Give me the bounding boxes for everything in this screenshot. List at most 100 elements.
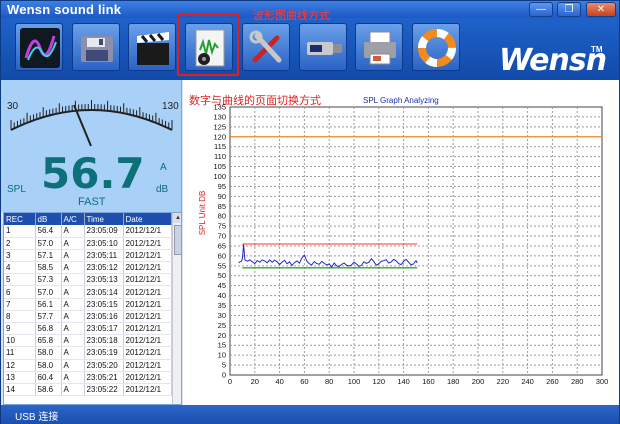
x-tick-label: 40 bbox=[275, 377, 283, 386]
toolbar-record-button[interactable] bbox=[128, 23, 176, 71]
meter-scale-max: 130 bbox=[162, 101, 179, 112]
x-tick-label: 300 bbox=[596, 377, 609, 386]
record-table[interactable]: REC dB A/C Time Date 1 56.4 A 23:05:09 2012/… bbox=[3, 212, 182, 405]
toolbar-help-button[interactable] bbox=[412, 23, 460, 71]
table-row[interactable]: 3 57.1 A 23:05:11 2012/12/1 bbox=[4, 249, 172, 263]
table-cell: A bbox=[61, 298, 85, 311]
x-tick-label: 240 bbox=[521, 377, 534, 386]
table-row[interactable]: 11 58.0 A 23:05:19 2012/12/1 bbox=[4, 346, 172, 360]
table-row[interactable]: 14 58.6 A 23:05:22 2012/12/1 bbox=[4, 383, 172, 397]
table-cell: 11 bbox=[4, 346, 36, 360]
y-tick-label: 85 bbox=[218, 202, 226, 211]
y-axis-label: SPL Unit DB bbox=[198, 191, 207, 236]
table-cell: A bbox=[61, 383, 85, 397]
y-tick-label: 120 bbox=[213, 132, 226, 141]
table-cell: 7 bbox=[4, 298, 36, 311]
table-cell: 2012/12/1 bbox=[123, 237, 172, 250]
table-cell: 23:05:21 bbox=[84, 371, 124, 384]
table-cell: 6 bbox=[4, 285, 36, 299]
table-scrollbar[interactable]: ▲ bbox=[172, 213, 181, 404]
toolbar-print-button[interactable] bbox=[355, 23, 403, 71]
table-cell: 65.8 bbox=[35, 334, 62, 348]
scroll-thumb[interactable] bbox=[174, 225, 181, 255]
y-tick-label: 5 bbox=[222, 361, 226, 370]
y-tick-label: 115 bbox=[214, 142, 226, 151]
table-cell: A bbox=[61, 273, 85, 287]
column-header[interactable]: dB bbox=[35, 213, 62, 225]
table-cell: 23:05:18 bbox=[84, 334, 124, 348]
table-row[interactable]: 13 60.4 A 23:05:21 2012/12/1 bbox=[4, 371, 172, 384]
y-tick-label: 40 bbox=[218, 291, 226, 300]
table-cell: 4 bbox=[4, 261, 36, 275]
y-tick-label: 65 bbox=[218, 241, 226, 250]
meter-ticks bbox=[10, 100, 173, 130]
table-row[interactable]: 6 57.0 A 23:05:14 2012/12/1 bbox=[4, 285, 172, 299]
spl-meter: 30 130 56.7 SPL A dB FAST bbox=[1, 80, 182, 212]
toolbar-realtime-button[interactable] bbox=[15, 23, 63, 71]
y-tick-label: 125 bbox=[213, 122, 226, 131]
toolbar: Wensn TM bbox=[1, 18, 619, 80]
graph-button-annotation: 波形图曲线方式 bbox=[253, 10, 330, 22]
table-row[interactable]: 1 56.4 A 23:05:09 2012/12/1 bbox=[4, 225, 172, 238]
minimize-button[interactable]: — bbox=[529, 2, 553, 17]
table-cell: 23:05:09 bbox=[84, 225, 124, 238]
table-cell: 57.3 bbox=[35, 273, 62, 287]
table-cell: A bbox=[61, 346, 85, 360]
x-tick-label: 20 bbox=[251, 377, 259, 386]
table-cell: 8 bbox=[4, 310, 36, 324]
table-cell: A bbox=[61, 371, 85, 384]
table-cell: 58.0 bbox=[35, 359, 62, 372]
close-button[interactable]: ✕ bbox=[586, 2, 616, 17]
toolbar-usb-button[interactable] bbox=[299, 23, 347, 71]
toolbar-settings-button[interactable] bbox=[242, 23, 290, 71]
maximize-button[interactable]: ❐ bbox=[557, 2, 581, 17]
y-tick-label: 90 bbox=[218, 192, 226, 201]
table-row[interactable]: 8 57.7 A 23:05:16 2012/12/1 bbox=[4, 310, 172, 324]
column-header[interactable]: Date bbox=[123, 213, 172, 225]
y-tick-label: 70 bbox=[218, 232, 226, 241]
table-cell: 2012/12/1 bbox=[123, 346, 172, 360]
column-header[interactable]: A/C bbox=[61, 213, 85, 225]
x-tick-label: 260 bbox=[546, 377, 559, 386]
column-header[interactable]: Time bbox=[84, 213, 124, 225]
trademark-mark: TM bbox=[591, 45, 603, 54]
table-cell: 60.4 bbox=[35, 371, 62, 384]
y-tick-label: 0 bbox=[222, 371, 226, 380]
table-cell: 2012/12/1 bbox=[123, 383, 172, 397]
graph-button-highlight bbox=[177, 14, 239, 76]
table-cell: 23:05:16 bbox=[84, 310, 124, 324]
x-tick-label: 60 bbox=[300, 377, 308, 386]
table-row[interactable]: 10 65.8 A 23:05:18 2012/12/1 bbox=[4, 334, 172, 348]
y-tick-label: 45 bbox=[218, 281, 226, 290]
column-header[interactable]: REC bbox=[4, 213, 36, 225]
floppy-disk-icon bbox=[81, 36, 113, 62]
y-tick-label: 105 bbox=[213, 162, 226, 171]
table-cell: 23:05:10 bbox=[84, 237, 124, 250]
y-tick-label: 130 bbox=[213, 112, 226, 121]
table-cell: 58.6 bbox=[35, 383, 62, 397]
table-cell: 2012/12/1 bbox=[123, 273, 172, 287]
table-cell: 23:05:22 bbox=[84, 383, 124, 397]
table-cell: 57.1 bbox=[35, 249, 62, 263]
table-cell: 13 bbox=[4, 371, 36, 384]
table-cell: 2012/12/1 bbox=[123, 371, 172, 384]
clapperboard-icon bbox=[137, 32, 169, 65]
scroll-up-icon[interactable]: ▲ bbox=[173, 213, 181, 223]
table-cell: 23:05:20 bbox=[84, 359, 124, 372]
table-cell: A bbox=[61, 237, 85, 250]
table-cell: 57.0 bbox=[35, 237, 62, 250]
usb-drive-icon bbox=[307, 42, 342, 55]
table-cell: A bbox=[61, 285, 85, 299]
table-row[interactable]: 9 56.8 A 23:05:17 2012/12/1 bbox=[4, 322, 172, 336]
table-row[interactable]: 5 57.3 A 23:05:13 2012/12/1 bbox=[4, 273, 172, 287]
toolbar-save-button[interactable] bbox=[72, 23, 120, 71]
table-row[interactable]: 2 57.0 A 23:05:10 2012/12/1 bbox=[4, 237, 172, 250]
x-tick-label: 180 bbox=[447, 377, 460, 386]
table-row[interactable]: 12 58.0 A 23:05:20 2012/12/1 bbox=[4, 359, 172, 372]
table-row[interactable]: 7 56.1 A 23:05:15 2012/12/1 bbox=[4, 298, 172, 311]
table-cell: 2012/12/1 bbox=[123, 298, 172, 311]
wrench-screwdriver-icon bbox=[249, 30, 282, 63]
x-tick-label: 280 bbox=[571, 377, 584, 386]
table-cell: 10 bbox=[4, 334, 36, 348]
table-row[interactable]: 4 58.5 A 23:05:12 2012/12/1 bbox=[4, 261, 172, 275]
